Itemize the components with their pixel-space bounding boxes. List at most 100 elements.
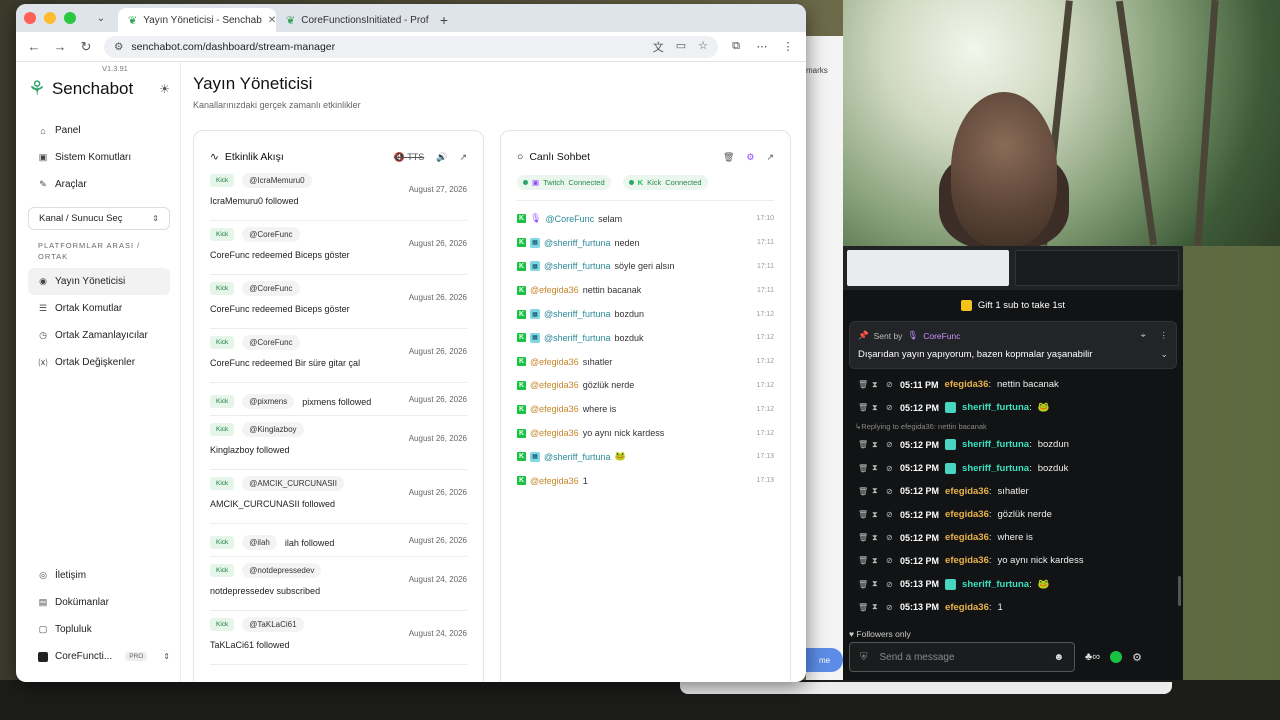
delete-icon[interactable]: 🗑 xyxy=(858,440,868,449)
chat-username[interactable]: @sheriff_furtuna xyxy=(544,452,611,462)
cast-icon[interactable]: ▭ xyxy=(676,39,686,55)
send-message-input[interactable]: ⛨ Send a message ☻ xyxy=(849,642,1075,672)
chat-username[interactable]: @sheriff_furtuna xyxy=(544,333,611,343)
sidebar-item-common-commands[interactable]: ☰ Ortak Komutlar xyxy=(28,295,170,322)
channel-server-select[interactable]: Kanal / Sunucu Seç ⇕ xyxy=(28,207,170,230)
new-tab-button[interactable]: + xyxy=(434,8,454,32)
user-pill[interactable]: @TaKLaCi61 xyxy=(242,617,304,632)
unpin-icon[interactable]: ⌖ xyxy=(1141,330,1146,341)
timeout-hourglass-icon[interactable]: ⧗ xyxy=(872,463,880,473)
close-window-button[interactable] xyxy=(24,12,36,24)
user-pill[interactable]: @Kinglazboy xyxy=(242,422,304,437)
infinity-icon[interactable]: ♣∞ xyxy=(1085,651,1100,663)
ban-icon[interactable]: ⊘ xyxy=(886,580,894,589)
site-info-icon[interactable]: ⚙ xyxy=(114,41,123,53)
message-user[interactable]: efegida36 xyxy=(945,532,989,543)
sidebar-item-tools[interactable]: ✎ Araçlar xyxy=(28,171,170,198)
message-user[interactable]: sheriff_furtuna xyxy=(962,402,1029,413)
brand[interactable]: ⚘ Senchabot ☀ xyxy=(28,76,170,101)
message-user[interactable]: efegida36 xyxy=(945,555,989,566)
background-window[interactable]: marks me xyxy=(806,36,843,680)
sidebar-item-common-variables[interactable]: ⒳ Ortak Değişkenler xyxy=(28,349,170,376)
timeout-hourglass-icon[interactable]: ⧗ xyxy=(872,380,880,390)
scrollbar[interactable] xyxy=(1178,576,1181,606)
sidebar-item-stream-manager[interactable]: ◉ Yayın Yöneticisi xyxy=(28,268,170,295)
timeout-hourglass-icon[interactable]: ⧗ xyxy=(872,556,880,566)
chat-username[interactable]: @CoreFunc xyxy=(545,214,594,224)
pinned-message[interactable]: 📌 Sent by 🎙 CoreFunc ⌖ ⋮ Dışarıdan yayın… xyxy=(849,321,1177,369)
delete-icon[interactable]: 🗑 xyxy=(858,403,868,412)
reload-icon[interactable]: ↻ xyxy=(78,39,94,55)
ban-icon[interactable]: ⊘ xyxy=(886,556,894,565)
ban-icon[interactable]: ⊘ xyxy=(886,510,894,519)
user-pill[interactable]: @CoreFunc xyxy=(242,281,300,296)
message-user[interactable]: efegida36 xyxy=(945,602,989,613)
chevron-down-icon[interactable]: ⌄ xyxy=(1160,349,1168,360)
menu-icon[interactable]: ⋮ xyxy=(780,40,796,53)
timeout-hourglass-icon[interactable]: ⧗ xyxy=(872,533,880,543)
tts-toggle[interactable]: 🔇 TTS xyxy=(394,152,425,163)
delete-icon[interactable]: 🗑 xyxy=(858,380,868,389)
timeout-hourglass-icon[interactable]: ⧗ xyxy=(872,486,880,496)
address-bar[interactable]: ⚙ senchabot.com/dashboard/stream-manager… xyxy=(104,35,718,58)
sidebar-item-system-commands[interactable]: ▣ Sistem Komutları xyxy=(28,144,170,171)
ban-icon[interactable]: ⊘ xyxy=(886,403,894,412)
timeout-hourglass-icon[interactable]: ⧗ xyxy=(872,602,880,612)
chat-username[interactable]: @efegida36 xyxy=(530,476,579,486)
forward-icon[interactable]: → xyxy=(52,39,68,54)
sidebar-item-docs[interactable]: ▤ Dokümanlar xyxy=(28,589,170,616)
delete-icon[interactable]: 🗑 xyxy=(858,556,868,565)
emoji-icon[interactable]: ☻ xyxy=(1053,652,1064,663)
translate-icon[interactable]: 文 xyxy=(653,39,664,55)
ban-icon[interactable]: ⊘ xyxy=(886,380,894,389)
message-user[interactable]: sheriff_furtuna xyxy=(962,579,1029,590)
profile-icon[interactable]: ⋯ xyxy=(754,40,770,53)
account-switcher[interactable]: CoreFuncti... PRO ⇕ xyxy=(28,643,170,670)
external-link-icon[interactable]: ↗ xyxy=(766,152,774,163)
tab-stream-manager[interactable]: ❦ Yayın Yöneticisi - Senchab ✕ xyxy=(118,8,276,32)
sidebar-item-common-timers[interactable]: ◷ Ortak Zamanlayıcılar xyxy=(28,322,170,349)
volume-icon[interactable]: 🔊 xyxy=(436,152,447,163)
user-pill[interactable]: @notdepressedev xyxy=(242,563,322,578)
back-icon[interactable]: ← xyxy=(26,39,42,54)
trash-icon[interactable]: 🗑 xyxy=(723,152,734,163)
ban-icon[interactable]: ⊘ xyxy=(886,440,894,449)
extensions-icon[interactable]: ⧉ xyxy=(728,40,744,53)
timeout-hourglass-icon[interactable]: ⧗ xyxy=(872,510,880,520)
chat-username[interactable]: @sheriff_furtuna xyxy=(544,238,611,248)
message-user[interactable]: efegida36 xyxy=(945,379,989,390)
delete-icon[interactable]: 🗑 xyxy=(858,603,868,612)
delete-icon[interactable]: 🗑 xyxy=(858,464,868,473)
tab-profile[interactable]: ❦ CoreFunctionsInitiated - Prof ✕ xyxy=(276,8,434,32)
user-pill[interactable]: @CoreFunc xyxy=(242,335,300,350)
chat-username[interactable]: @efegida36 xyxy=(530,357,579,367)
bookmark-star-icon[interactable]: ☆ xyxy=(698,39,708,55)
external-link-icon[interactable]: ↗ xyxy=(459,152,467,163)
timeout-hourglass-icon[interactable]: ⧗ xyxy=(872,579,880,589)
ban-icon[interactable]: ⊘ xyxy=(886,533,894,542)
chat-username[interactable]: @efegida36 xyxy=(530,404,579,414)
ban-icon[interactable]: ⊘ xyxy=(886,464,894,473)
user-pill[interactable]: @CoreFunc xyxy=(242,227,300,242)
kick-green-icon[interactable] xyxy=(1110,651,1123,663)
message-user[interactable]: efegida36 xyxy=(945,486,989,497)
timeout-hourglass-icon[interactable]: ⧗ xyxy=(872,440,880,450)
user-pill[interactable]: @IcraMemuru0 xyxy=(242,173,312,188)
delete-icon[interactable]: 🗑 xyxy=(858,487,868,496)
chat-username[interactable]: @efegida36 xyxy=(530,285,579,295)
user-pill[interactable]: @AMCIK_CURCUNASII xyxy=(242,476,344,491)
theme-toggle-sun-icon[interactable]: ☀ xyxy=(159,82,170,96)
timeout-hourglass-icon[interactable]: ⧗ xyxy=(872,403,880,413)
sidebar-item-community[interactable]: ▢ Topluluk xyxy=(28,616,170,643)
maximize-window-button[interactable] xyxy=(64,12,76,24)
chat-username[interactable]: @sheriff_furtuna xyxy=(544,309,611,319)
delete-icon[interactable]: 🗑 xyxy=(858,580,868,589)
chat-username[interactable]: @efegida36 xyxy=(530,428,579,438)
gift-banner[interactable]: Gift 1 sub to take 1st xyxy=(843,300,1183,311)
message-user[interactable]: efegida36 xyxy=(945,509,989,520)
ban-icon[interactable]: ⊘ xyxy=(886,603,894,612)
message-user[interactable]: sheriff_furtuna xyxy=(962,463,1029,474)
delete-icon[interactable]: 🗑 xyxy=(858,510,868,519)
minimize-window-button[interactable] xyxy=(44,12,56,24)
delete-icon[interactable]: 🗑 xyxy=(858,533,868,542)
